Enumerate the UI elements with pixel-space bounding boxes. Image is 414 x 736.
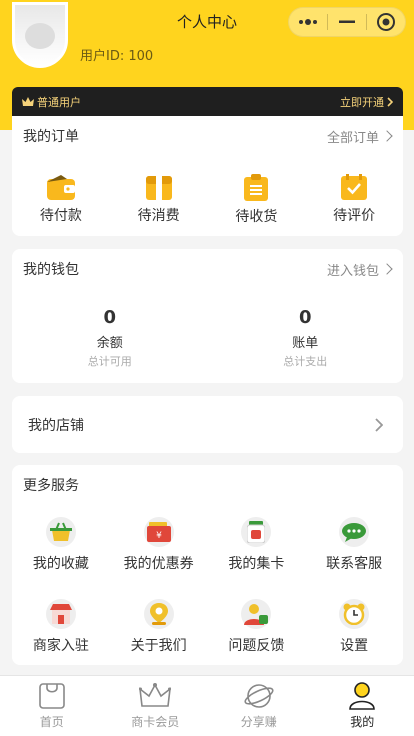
svg-text:¥: ¥ <box>156 531 162 541</box>
bottom-tab-bar: 首页 商卡会员 分享赚 我的 <box>0 675 414 736</box>
service-label: 关于我们 <box>130 638 187 654</box>
order-pending-receipt[interactable]: 待收货 <box>208 174 306 226</box>
bill-label: 账单 <box>292 336 319 351</box>
orders-title: 我的订单 <box>23 129 79 145</box>
member-level-label: 普通用户 <box>37 96 81 109</box>
chevron-right-icon <box>381 263 393 275</box>
target-icon <box>377 13 395 31</box>
service-feedback[interactable]: 问题反馈 <box>208 599 306 681</box>
service-label: 商家入驻 <box>32 638 89 654</box>
alarm-clock-icon <box>339 599 370 629</box>
chevron-right-icon <box>387 97 393 107</box>
balance-sub: 总计可用 <box>87 355 132 368</box>
crown-icon <box>139 683 172 707</box>
service-label: 联系客服 <box>326 556 383 572</box>
enter-wallet-label: 进入钱包 <box>326 263 379 279</box>
location-icon <box>143 599 174 629</box>
service-label: 我的集卡 <box>228 556 285 572</box>
service-coupons[interactable]: ¥ 我的优惠券 <box>110 517 208 599</box>
tab-label: 首页 <box>39 715 64 729</box>
service-customer-support[interactable]: 联系客服 <box>305 517 403 599</box>
wallet-title: 我的钱包 <box>23 262 79 278</box>
close-button[interactable] <box>367 8 405 36</box>
tab-label: 商卡会员 <box>131 715 180 729</box>
my-store-row[interactable]: 我的店铺 <box>12 396 403 453</box>
jar-icon <box>241 517 272 547</box>
member-bar[interactable]: 普通用户 立即开通 <box>12 87 403 117</box>
service-favorites[interactable]: 我的收藏 <box>12 517 110 599</box>
enter-wallet-link[interactable]: 进入钱包 <box>326 260 393 279</box>
avatar[interactable] <box>12 2 68 68</box>
order-item-label: 待消费 <box>137 208 180 224</box>
user-feedback-icon <box>241 599 272 629</box>
activate-member-label: 立即开通 <box>340 96 384 109</box>
user-id: 用户ID: 100 <box>80 49 154 64</box>
more-button[interactable] <box>289 8 327 36</box>
minus-icon <box>339 20 355 23</box>
chevron-right-icon <box>381 130 393 142</box>
order-status-row: 待付款 待消费 待收货 待评价 <box>12 174 403 226</box>
tab-member[interactable]: 商卡会员 <box>104 676 208 736</box>
coupon-icon: ¥ <box>143 517 174 547</box>
wallet-icon <box>46 175 75 200</box>
shop-icon <box>45 599 76 629</box>
mini-program-capsule <box>288 7 406 37</box>
service-settings[interactable]: 设置 <box>305 599 403 681</box>
service-label: 问题反馈 <box>228 638 285 654</box>
tab-home[interactable]: 首页 <box>0 676 104 736</box>
balance-label: 余额 <box>96 336 123 351</box>
orders-header: 我的订单 全部订单 <box>12 116 403 156</box>
services-grid: 我的收藏 ¥ 我的优惠券 我的集卡 联系客服 商家入驻 关于我们 问题反馈 设置 <box>12 517 403 681</box>
all-orders-link[interactable]: 全部订单 <box>326 127 393 146</box>
my-store-label: 我的店铺 <box>28 417 84 434</box>
member-level: 普通用户 <box>22 94 81 110</box>
wallet-card: 我的钱包 进入钱包 0 余额 总计可用 0 账单 总计支出 <box>12 249 403 383</box>
service-label: 我的优惠券 <box>123 556 194 572</box>
minimize-button[interactable] <box>328 8 366 36</box>
order-item-label: 待评价 <box>333 208 376 224</box>
order-pending-review[interactable]: 待评价 <box>305 174 403 226</box>
wallet-header: 我的钱包 进入钱包 <box>12 249 403 289</box>
tab-mine[interactable]: 我的 <box>311 676 414 736</box>
gift-box-icon <box>145 176 172 200</box>
tab-share[interactable]: 分享赚 <box>207 676 311 736</box>
services-card: 更多服务 我的收藏 ¥ 我的优惠券 我的集卡 联系客服 商家入驻 关于我们 问题… <box>12 465 403 665</box>
person-icon <box>349 682 376 710</box>
order-item-label: 待付款 <box>39 208 82 224</box>
chevron-right-icon <box>375 417 383 432</box>
balance-value: 0 <box>103 307 117 328</box>
wallet-stats: 0 余额 总计可用 0 账单 总计支出 <box>12 307 403 369</box>
services-header: 更多服务 <box>12 465 403 505</box>
service-label: 设置 <box>340 638 369 654</box>
crown-icon <box>22 97 34 106</box>
bill-sub: 总计支出 <box>283 355 328 368</box>
service-about-us[interactable]: 关于我们 <box>110 599 208 681</box>
basket-icon <box>45 517 76 547</box>
services-title: 更多服务 <box>23 478 79 494</box>
bag-icon <box>38 683 65 709</box>
all-orders-label: 全部订单 <box>326 130 379 146</box>
bill-value: 0 <box>298 307 312 328</box>
tab-label: 分享赚 <box>240 715 277 729</box>
checkbox-icon <box>341 174 368 200</box>
order-pending-payment[interactable]: 待付款 <box>12 174 110 226</box>
clipboard-icon <box>244 174 269 201</box>
service-label: 我的收藏 <box>32 556 89 572</box>
order-item-label: 待收货 <box>235 209 278 225</box>
wallet-bill[interactable]: 0 账单 总计支出 <box>208 307 404 369</box>
chat-icon <box>339 517 370 547</box>
service-merchant-join[interactable]: 商家入驻 <box>12 599 110 681</box>
planet-icon <box>244 684 274 708</box>
order-pending-consume[interactable]: 待消费 <box>110 174 208 226</box>
wallet-balance[interactable]: 0 余额 总计可用 <box>12 307 208 369</box>
activate-member-link[interactable]: 立即开通 <box>340 94 393 110</box>
service-cards[interactable]: 我的集卡 <box>208 517 306 599</box>
more-dots-icon <box>299 19 317 25</box>
tab-label: 我的 <box>350 715 375 729</box>
orders-card: 我的订单 全部订单 待付款 待消费 待收货 待评价 <box>12 116 403 236</box>
